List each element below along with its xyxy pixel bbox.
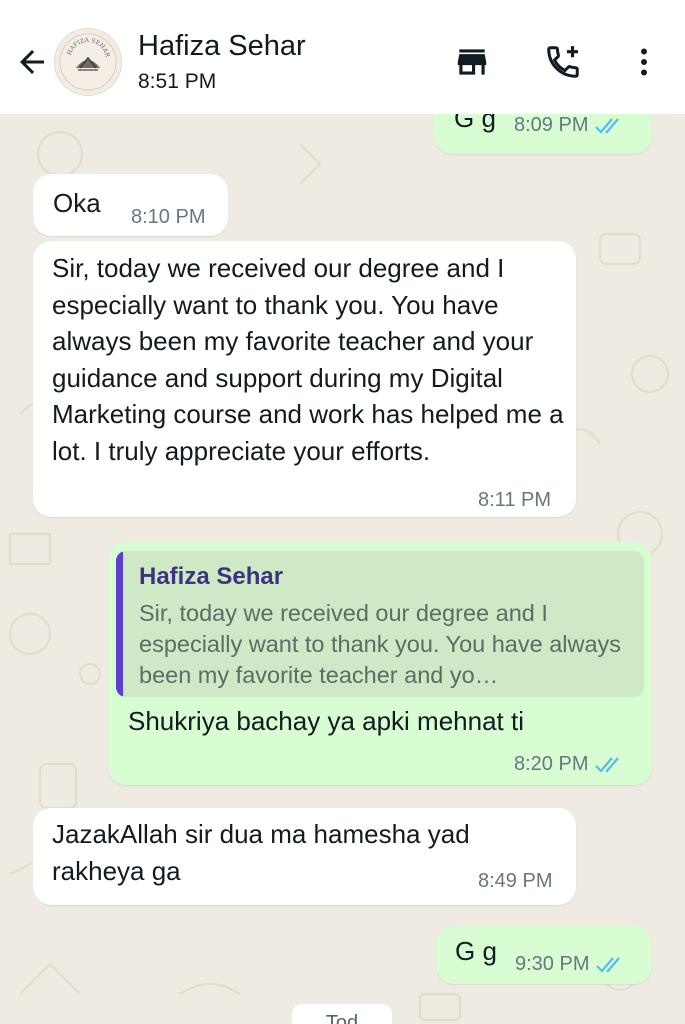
more-options-button[interactable]: [622, 40, 666, 84]
last-seen-status: 8:51 PM: [138, 70, 217, 93]
double-check-icon: [595, 117, 620, 134]
incoming-message[interactable]: JazakAllah sir dua ma hamesha yad rakhey…: [33, 808, 576, 905]
message-time: 8:10 PM: [131, 206, 206, 228]
message-time: 8:49 PM: [478, 870, 553, 892]
contact-avatar[interactable]: HAFIZA SEHAR: [54, 28, 122, 96]
message-text: Oka: [53, 188, 101, 218]
double-check-icon: [595, 756, 620, 773]
message-text: G g: [455, 936, 497, 966]
outgoing-message[interactable]: G g 9:30 PM: [436, 926, 652, 984]
quoted-author: Hafiza Sehar: [139, 563, 284, 590]
avatar-logo: HAFIZA SEHAR: [59, 33, 117, 91]
message-meta: 9:30 PM: [515, 953, 625, 976]
incoming-message[interactable]: Oka 8:10 PM: [33, 174, 228, 236]
message-time: 8:20 PM: [514, 753, 589, 775]
double-check-icon: [596, 956, 621, 973]
outgoing-reply-message[interactable]: Hafiza Sehar Sir, today we received our …: [108, 542, 652, 785]
message-time: 8:09 PM: [514, 114, 589, 136]
back-arrow-icon: [20, 50, 44, 74]
message-time: 9:30 PM: [515, 953, 590, 975]
chat-header: HAFIZA SEHAR Hafiza Sehar 8:51 PM: [0, 0, 685, 114]
quote-accent-bar: [116, 551, 123, 697]
date-separator-pill: Tod: [292, 1004, 392, 1024]
chat-area[interactable]: G g 8:09 PM Oka 8:10 PM Sir, today we re…: [0, 114, 685, 1024]
message-meta: 8:09 PM: [514, 114, 624, 137]
store-icon: [457, 49, 487, 75]
message-meta: 8:20 PM: [514, 753, 624, 776]
incoming-message[interactable]: Sir, today we received our degree and I …: [33, 241, 576, 517]
message-text: Shukriya bachay ya apki mehnat ti: [128, 706, 524, 736]
add-call-button[interactable]: [541, 40, 585, 84]
store-button[interactable]: [450, 40, 494, 84]
message-text: JazakAllah sir dua ma hamesha yad rakhey…: [52, 819, 477, 886]
message-time: 8:11 PM: [478, 489, 551, 511]
quoted-text: Sir, today we received our degree and I …: [139, 600, 622, 688]
message-text: Sir, today we received our degree and I …: [52, 253, 571, 466]
outgoing-message[interactable]: G g 8:09 PM: [434, 114, 652, 154]
message-text: G g: [454, 114, 496, 133]
add-call-icon: [547, 46, 579, 78]
quoted-message[interactable]: Hafiza Sehar Sir, today we received our …: [116, 551, 644, 697]
back-button[interactable]: [12, 40, 52, 84]
contact-name[interactable]: Hafiza Sehar: [138, 30, 306, 63]
more-vert-icon: [641, 48, 647, 76]
